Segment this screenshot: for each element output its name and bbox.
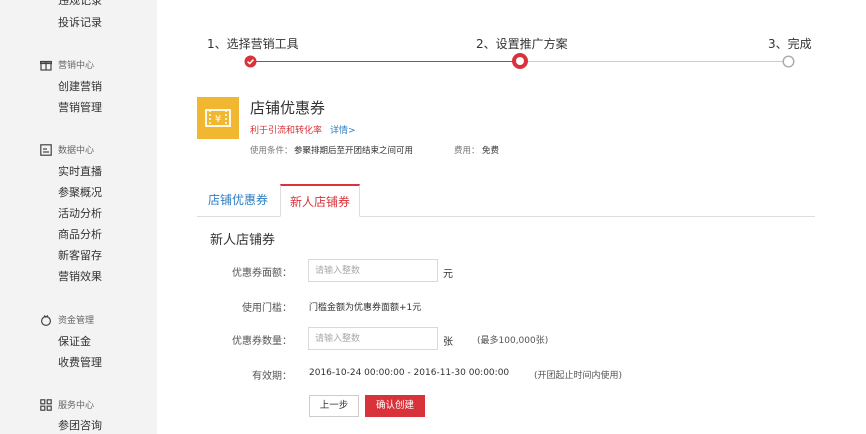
threshold-label: 使用门槛： bbox=[242, 303, 292, 314]
amount-label: 优惠券面额： bbox=[232, 268, 292, 279]
step-1-check-icon bbox=[244, 55, 257, 68]
sidebar-item-live[interactable]: 实时直播 bbox=[58, 165, 102, 179]
sidebar-group-data: 数据中心 bbox=[58, 146, 95, 156]
sidebar-item-deposit[interactable]: 保证金 bbox=[58, 335, 91, 349]
ticket-icon: ¥ bbox=[205, 109, 231, 127]
chart-icon bbox=[40, 144, 52, 156]
grid-icon bbox=[40, 399, 52, 411]
coupon-quantity-input[interactable] bbox=[308, 327, 438, 350]
coupon-tool-icon: ¥ bbox=[197, 97, 239, 139]
sidebar-item-new-customer-retention[interactable]: 新客留存 bbox=[58, 249, 102, 263]
sidebar-item-marketing-management[interactable]: 营销管理 bbox=[58, 101, 102, 115]
step-2-current-icon bbox=[512, 53, 528, 69]
sidebar-item-activity-analysis[interactable]: 活动分析 bbox=[58, 207, 102, 221]
tab-store-coupon[interactable]: 店铺优惠券 bbox=[197, 184, 279, 217]
validity-hint: (开团起止时间内使用) bbox=[534, 371, 623, 381]
coupon-subtitle: 利于引流和转化率 bbox=[250, 126, 323, 136]
sidebar-group-funds: 资金管理 bbox=[58, 316, 95, 326]
sidebar-item-complaint-records[interactable]: 投诉记录 bbox=[58, 16, 102, 30]
quantity-label: 优惠券数量： bbox=[232, 336, 292, 347]
step-progress-line-pending bbox=[520, 61, 788, 62]
step-3-label: 3、完成 bbox=[768, 37, 812, 51]
sidebar-item-consult[interactable]: 参团咨询 bbox=[58, 419, 102, 433]
sidebar-group-marketing: 营销中心 bbox=[58, 61, 95, 71]
tab-new-customer-coupon[interactable]: 新人店铺券 bbox=[280, 184, 360, 217]
fee-label: 费用： bbox=[454, 146, 480, 156]
sidebar-item-create-marketing[interactable]: 创建营销 bbox=[58, 80, 102, 94]
money-icon bbox=[41, 315, 51, 326]
quantity-hint: (最多100,000张) bbox=[477, 336, 549, 346]
form-title: 新人店铺券 bbox=[210, 233, 276, 248]
sidebar-group-service: 服务中心 bbox=[58, 401, 95, 411]
step-3-pending-icon bbox=[782, 55, 795, 68]
sidebar: 违规记录 投诉记录 营销中心 创建营销 营销管理 数据中心 实时直播 参聚概况 … bbox=[0, 0, 155, 434]
sidebar-item-fee-management[interactable]: 收费管理 bbox=[58, 356, 102, 370]
sidebar-item-overview[interactable]: 参聚概况 bbox=[58, 186, 102, 200]
main-panel: 1、选择营销工具 2、设置推广方案 3、完成 ¥ 店铺优惠券 利于引流和转化率 … bbox=[157, 0, 866, 434]
svg-text:¥: ¥ bbox=[215, 114, 221, 125]
coupon-title: 店铺优惠券 bbox=[250, 99, 326, 117]
validity-label: 有效期： bbox=[252, 371, 292, 382]
sidebar-item-product-analysis[interactable]: 商品分析 bbox=[58, 228, 102, 242]
step-1-label: 1、选择营销工具 bbox=[207, 37, 299, 51]
coupon-amount-input[interactable] bbox=[308, 259, 438, 282]
gift-icon bbox=[40, 60, 52, 71]
coupon-detail-link[interactable]: 详情> bbox=[330, 123, 356, 136]
step-progress-line-done bbox=[250, 61, 520, 62]
sidebar-item-marketing-effect[interactable]: 营销效果 bbox=[58, 270, 102, 284]
condition-label: 使用条件： bbox=[250, 146, 293, 156]
condition-value: 参聚排期后至开团结束之间可用 bbox=[294, 146, 414, 156]
fee-value: 免费 bbox=[482, 146, 500, 156]
validity-value: 2016-10-24 00:00:00 - 2016-11-30 00:00:0… bbox=[309, 368, 510, 378]
previous-step-button[interactable]: 上一步 bbox=[309, 395, 359, 417]
quantity-unit: 张 bbox=[443, 337, 453, 348]
step-2-label: 2、设置推广方案 bbox=[476, 37, 568, 51]
amount-unit: 元 bbox=[443, 269, 453, 280]
sidebar-item-violation-records[interactable]: 违规记录 bbox=[58, 0, 102, 8]
confirm-create-button[interactable]: 确认创建 bbox=[365, 395, 425, 417]
threshold-value: 门槛金额为优惠券面额+1元 bbox=[309, 303, 422, 313]
